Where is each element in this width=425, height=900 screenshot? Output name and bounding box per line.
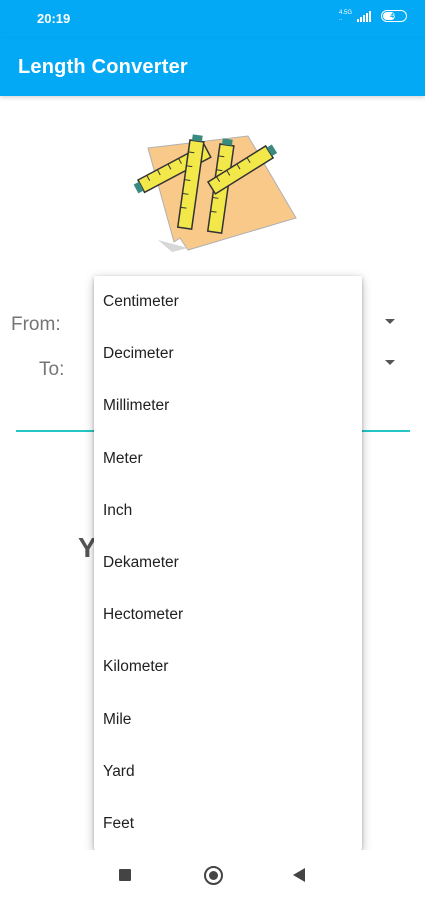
dropdown-item-centimeter[interactable]: Centimeter [94, 276, 362, 328]
dropdown-item-dekameter[interactable]: Dekameter [94, 537, 362, 589]
from-dropdown-arrow-icon[interactable] [385, 319, 395, 324]
status-time: 20:19 [37, 11, 71, 26]
from-label: From: [11, 314, 61, 335]
battery-level: 49 [390, 12, 398, 20]
app-title: Length Converter [18, 56, 188, 78]
navigation-bar [0, 850, 425, 900]
dropdown-item-kilometer[interactable]: Kilometer [94, 641, 362, 693]
signal-icon [357, 10, 371, 22]
status-bar: 20:19 4.5G .. 49 [0, 0, 425, 38]
to-dropdown-arrow-icon[interactable] [385, 360, 395, 365]
battery-icon: 49 [381, 10, 407, 22]
dropdown-item-yard[interactable]: Yard [94, 746, 362, 798]
back-triangle-icon[interactable] [293, 868, 305, 882]
dropdown-item-mile[interactable]: Mile [94, 694, 362, 746]
dropdown-item-hectometer[interactable]: Hectometer [94, 589, 362, 641]
status-icons: 4.5G .. 49 [339, 10, 407, 22]
home-circle-icon[interactable] [204, 866, 223, 885]
network-dots: .. [338, 16, 343, 22]
dropdown-item-meter[interactable]: Meter [94, 433, 362, 485]
dropdown-item-millimeter[interactable]: Millimeter [94, 380, 362, 432]
dropdown-item-inch[interactable]: Inch [94, 485, 362, 537]
app-bar: Length Converter [0, 38, 425, 96]
unit-dropdown-menu: Centimeter Decimeter Millimeter Meter In… [94, 276, 362, 850]
recents-square-icon[interactable] [119, 869, 131, 881]
rulers-logo [133, 134, 297, 252]
dropdown-item-decimeter[interactable]: Decimeter [94, 328, 362, 380]
to-label: To: [39, 359, 65, 380]
dropdown-item-feet[interactable]: Feet [94, 798, 362, 850]
network-type-icon: 4.5G .. [339, 10, 352, 22]
